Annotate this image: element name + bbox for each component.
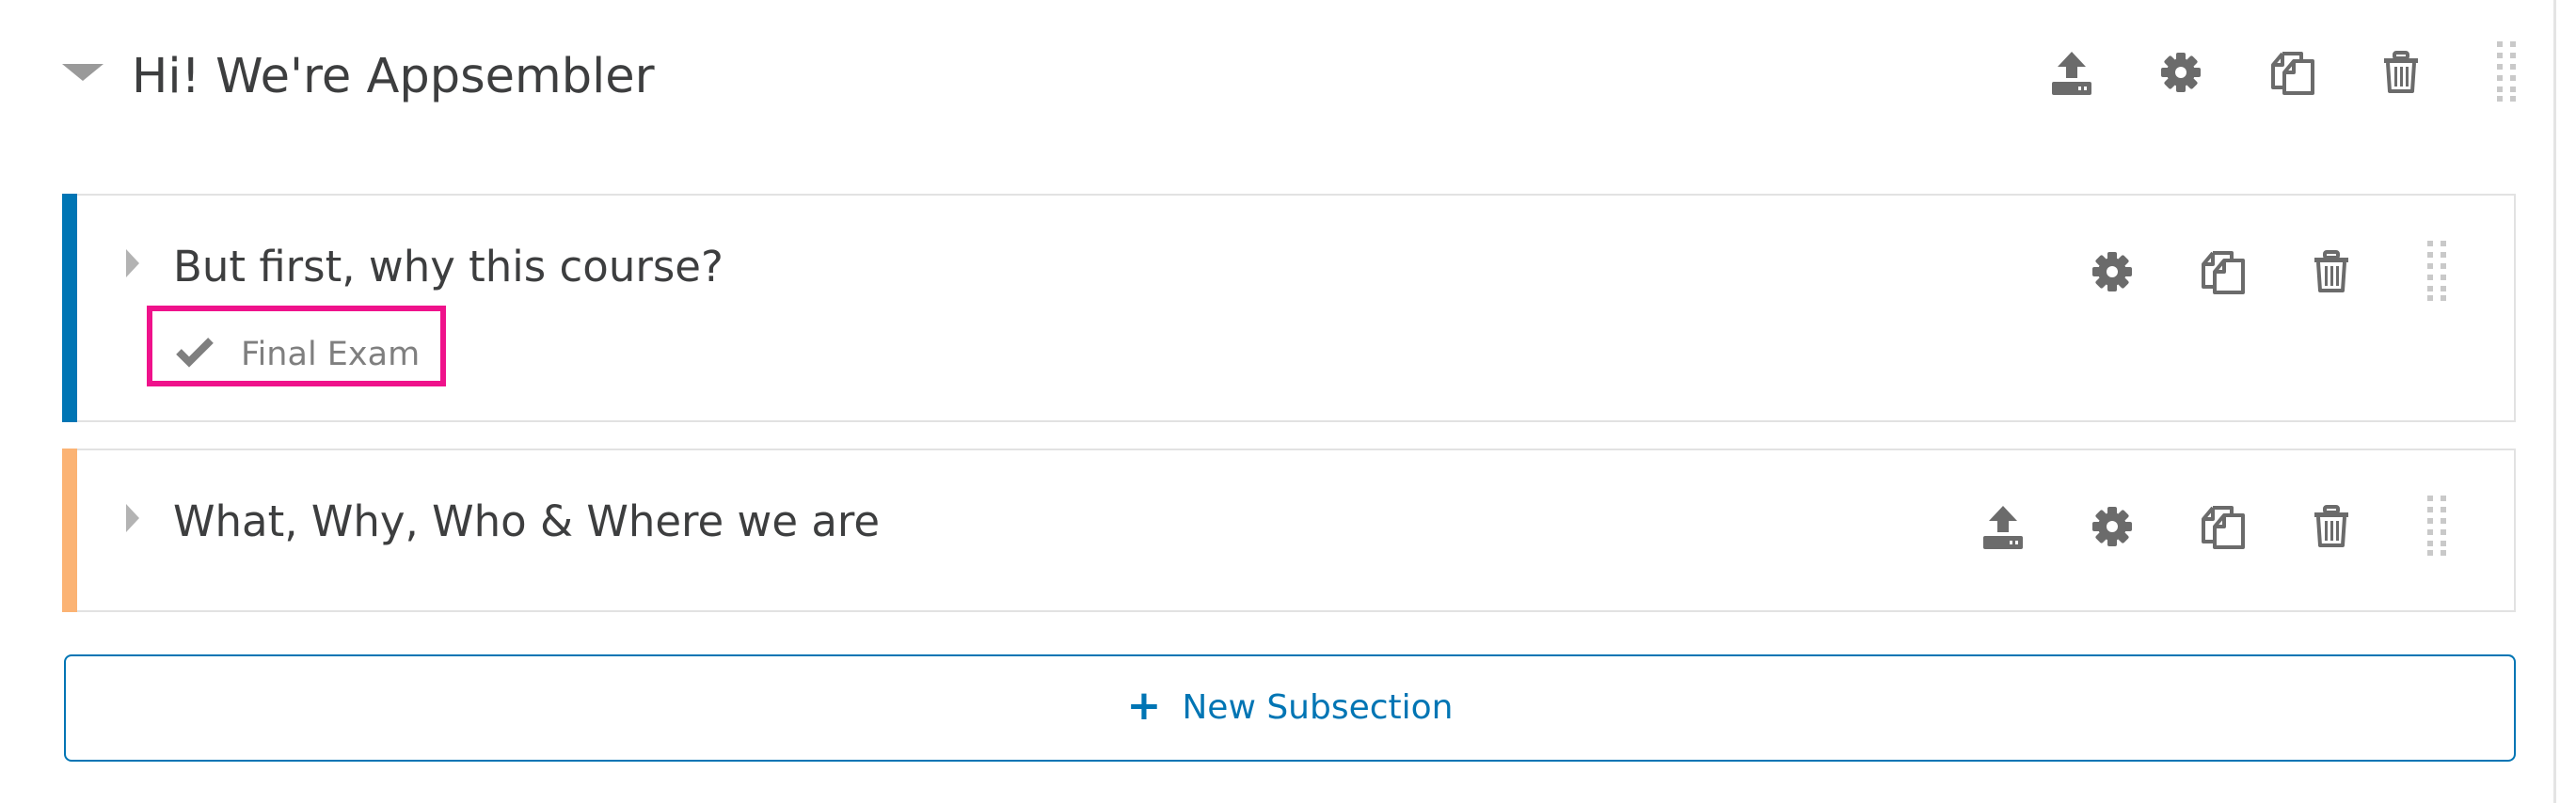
gear-icon — [2161, 53, 2201, 92]
unit-link[interactable]: Final Exam — [241, 331, 420, 378]
duplicate-icon — [2202, 251, 2245, 294]
section-title[interactable]: Hi! We're Appsembler — [132, 44, 655, 110]
trash-icon — [2314, 505, 2348, 547]
trash-icon — [2384, 51, 2418, 93]
publish-button[interactable] — [1976, 499, 2030, 554]
duplicate-icon — [2271, 52, 2314, 95]
subsection-status-bar — [62, 449, 77, 612]
checkmark-icon — [175, 336, 215, 371]
expand-caret-icon[interactable] — [126, 504, 139, 532]
delete-button[interactable] — [2374, 45, 2428, 100]
duplicate-button[interactable] — [2196, 244, 2250, 299]
gear-icon — [2092, 507, 2132, 546]
delete-button[interactable] — [2304, 499, 2359, 554]
new-subsection-button[interactable]: + New Subsection — [64, 654, 2516, 762]
configure-button[interactable] — [2085, 499, 2139, 554]
publish-icon — [2052, 52, 2091, 95]
course-outline-section: Hi! We're Appsembler But first, why this… — [0, 0, 2556, 803]
duplicate-icon — [2202, 506, 2245, 549]
trash-icon — [2314, 250, 2348, 292]
drag-handle-icon[interactable] — [2495, 39, 2518, 102]
plus-icon: + — [1126, 682, 1162, 730]
delete-button[interactable] — [2304, 244, 2359, 299]
expand-caret-icon[interactable] — [126, 249, 139, 277]
new-subsection-label: New Subsection — [1182, 688, 1454, 727]
section-header: Hi! We're Appsembler — [0, 0, 2556, 160]
gear-icon — [2092, 252, 2132, 291]
subsection-title[interactable]: What, Why, Who & Where we are — [173, 494, 880, 550]
subsection-item: But first, why this course? Final Exam — [62, 194, 2516, 422]
publish-icon — [1983, 506, 2023, 549]
configure-button[interactable] — [2154, 45, 2208, 100]
subsection-item: What, Why, Who & Where we are — [62, 449, 2516, 612]
collapse-caret-icon[interactable] — [62, 64, 103, 81]
duplicate-button[interactable] — [2266, 45, 2320, 100]
drag-handle-icon[interactable] — [2425, 239, 2448, 301]
subsection-title[interactable]: But first, why this course? — [173, 239, 724, 295]
drag-handle-icon[interactable] — [2425, 494, 2448, 556]
configure-button[interactable] — [2085, 244, 2139, 299]
duplicate-button[interactable] — [2196, 499, 2250, 554]
subsection-status-bar — [62, 194, 77, 422]
publish-button[interactable] — [2044, 45, 2099, 100]
